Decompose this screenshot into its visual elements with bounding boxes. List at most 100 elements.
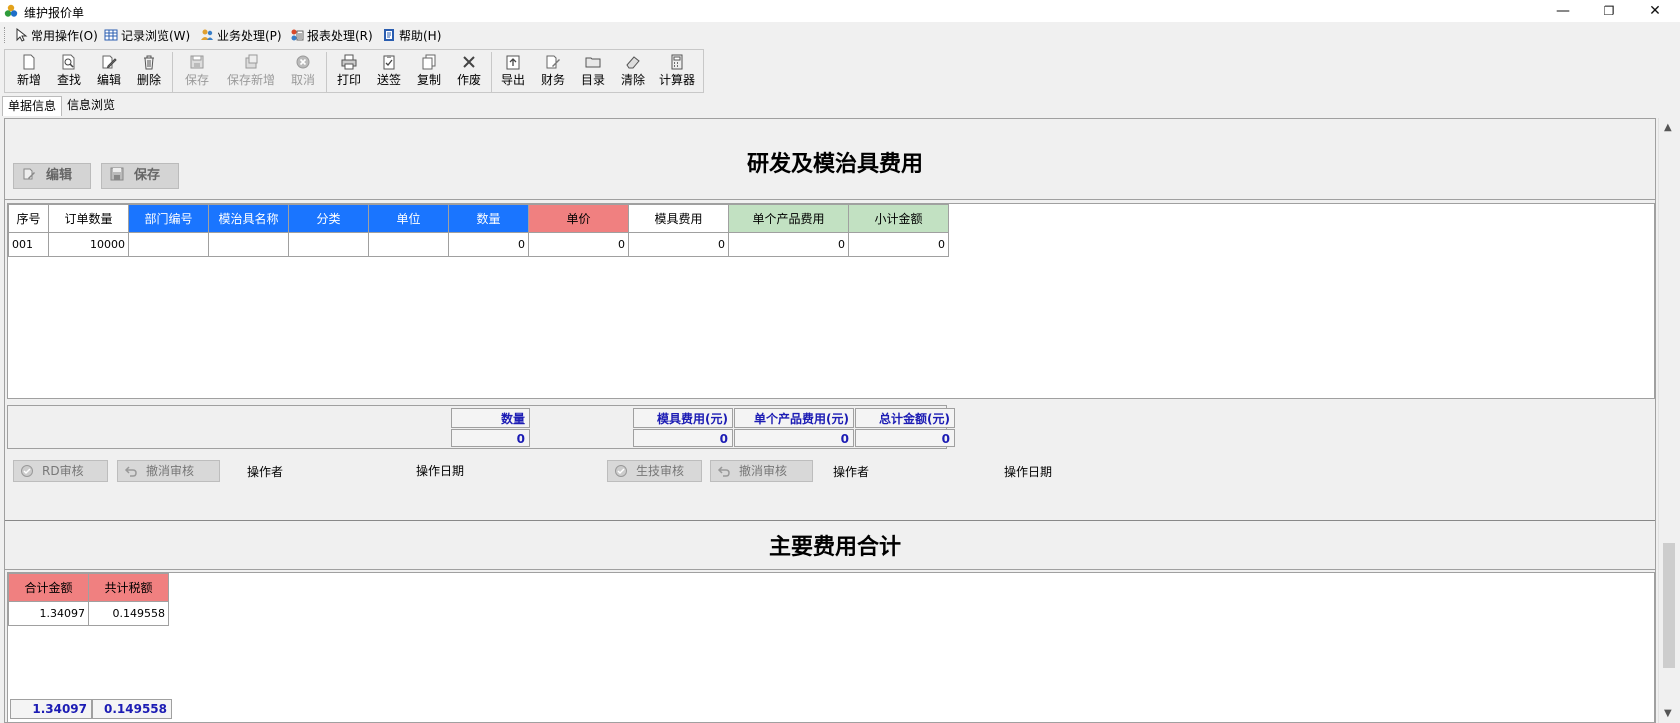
sum-qty-value: 0 — [451, 429, 530, 447]
table-cell[interactable]: 0 — [848, 232, 949, 257]
menu-label: 帮助(H) — [399, 29, 442, 43]
undo-icon — [717, 466, 730, 477]
col-header[interactable]: 单位 — [368, 204, 449, 233]
save-new-label: 保存新增 — [226, 73, 275, 87]
section1-edit-button[interactable]: 编辑 — [13, 163, 91, 189]
calculator-button[interactable]: 计算器 — [657, 52, 697, 92]
table-cell[interactable]: 0 — [728, 232, 849, 257]
table-cell[interactable] — [208, 232, 289, 257]
sum-qty-label: 数量 — [451, 408, 530, 428]
table-cell[interactable]: 001 — [8, 232, 49, 257]
tab-doc-info[interactable]: 单据信息 — [2, 96, 63, 116]
col-header[interactable]: 共计税额 — [88, 573, 169, 602]
menu-help[interactable]: 帮助(H) — [382, 27, 441, 45]
export-icon — [506, 55, 520, 70]
prod-audit-button[interactable]: 生技审核 — [607, 460, 702, 482]
sum-mold-value: 0 — [633, 429, 733, 447]
section1-divider — [5, 199, 1655, 200]
col-header[interactable]: 单价 — [528, 204, 629, 233]
restore-button[interactable]: ❐ — [1586, 0, 1632, 22]
section-divider — [5, 520, 1655, 521]
menu-grip — [4, 27, 6, 43]
table-row[interactable]: 1.34097 0.149558 — [8, 601, 169, 626]
section1-save-button[interactable]: 保存 — [101, 163, 179, 189]
help-book-icon — [384, 29, 394, 41]
prod-cancel-audit-button[interactable]: 撤消审核 — [710, 460, 813, 482]
tab-strip: 单据信息 信息浏览 — [0, 94, 1680, 116]
prod-cancel-audit-label: 撤消审核 — [739, 464, 788, 478]
table-cell[interactable]: 0 — [448, 232, 529, 257]
section1-save-label: 保存 — [134, 168, 161, 183]
section2-header-row: 合计金额 共计税额 — [8, 573, 169, 602]
table-cell[interactable] — [128, 232, 209, 257]
table-cell[interactable]: 10000 — [48, 232, 129, 257]
section2-title: 主要费用合计 — [768, 534, 901, 560]
undo-icon — [124, 466, 137, 477]
scroll-up-arrow-icon[interactable]: ▲ — [1664, 122, 1672, 133]
prod-operator-label: 操作者 — [833, 465, 870, 479]
save-new-button[interactable]: 保存新增 — [227, 52, 275, 92]
delete-button[interactable]: 删除 — [129, 52, 169, 92]
check-circle-icon — [615, 465, 627, 477]
calculator-icon — [671, 54, 683, 70]
menu-label: 业务处理(P) — [217, 29, 282, 43]
menu-record-browse[interactable]: 记录浏览(W) — [104, 27, 190, 45]
table-cell[interactable]: 0.149558 — [88, 601, 169, 626]
table-cell[interactable]: 0 — [528, 232, 629, 257]
prod-audit-label: 生技审核 — [636, 464, 685, 478]
table-cell[interactable]: 1.34097 — [8, 601, 89, 626]
scrollbar-thumb[interactable] — [1663, 543, 1675, 668]
toolbar: 新增 查找 编辑 删除 保存 保存新增 取消 打印 送签 复制 作废 导出 财务… — [4, 49, 704, 93]
menu-business[interactable]: 业务处理(P) — [200, 27, 282, 45]
eraser-icon — [626, 56, 640, 69]
col-header[interactable]: 单个产品费用 — [728, 204, 849, 233]
window-title: 维护报价单 — [24, 6, 85, 20]
col-header[interactable]: 模治具名称 — [208, 204, 289, 233]
main-panel: 研发及模治具费用 编辑 保存 序号 订单数量 部门编号 模治具名称 分类 单位 … — [4, 118, 1656, 723]
cancel-button[interactable]: 取消 — [283, 52, 323, 92]
section2-total-amount: 1.34097 — [10, 699, 92, 719]
rd-cancel-audit-label: 撤消审核 — [146, 464, 195, 478]
col-header[interactable]: 数量 — [448, 204, 529, 233]
rd-audit-button[interactable]: RD审核 — [13, 460, 108, 482]
table-cell[interactable]: 0 — [628, 232, 729, 257]
printer-icon — [341, 54, 357, 70]
scroll-down-arrow-icon[interactable]: ▼ — [1664, 708, 1672, 719]
save-button[interactable]: 保存 — [177, 52, 217, 92]
rd-cancel-audit-button[interactable]: 撤消审核 — [117, 460, 220, 482]
title-bar: 维护报价单 — ❐ ✕ — [0, 0, 1680, 22]
sum-mold-label: 模具费用(元) — [633, 408, 733, 428]
sum-total-value: 0 — [855, 429, 955, 447]
rd-operator-label: 操作者 — [247, 465, 284, 479]
void-x-icon — [463, 56, 475, 68]
app-logo-icon — [4, 4, 18, 17]
trash-icon — [144, 55, 154, 70]
table-cell[interactable] — [288, 232, 369, 257]
table-icon — [104, 29, 118, 41]
section1-table: 序号 订单数量 部门编号 模治具名称 分类 单位 数量 单价 模具费用 单个产品… — [8, 204, 949, 257]
minimize-button[interactable]: — — [1540, 0, 1586, 22]
close-button[interactable]: ✕ — [1632, 0, 1678, 22]
col-header[interactable]: 序号 — [8, 204, 49, 233]
section1-edit-label: 编辑 — [46, 168, 73, 183]
calculator-label: 计算器 — [658, 73, 695, 87]
report-icon — [291, 29, 304, 41]
col-header[interactable]: 订单数量 — [48, 204, 129, 233]
col-header[interactable]: 模具费用 — [628, 204, 729, 233]
sum-unit-label: 单个产品费用(元) — [734, 408, 854, 428]
menu-common-ops[interactable]: 常用操作(O) — [14, 27, 98, 45]
table-cell[interactable] — [368, 232, 449, 257]
col-header[interactable]: 部门编号 — [128, 204, 209, 233]
table-row[interactable]: 001 10000 0 0 0 0 0 — [8, 232, 949, 257]
users-icon — [201, 29, 213, 40]
tab-info-browse[interactable]: 信息浏览 — [62, 96, 120, 116]
save-new-icon — [245, 54, 258, 69]
col-header[interactable]: 分类 — [288, 204, 369, 233]
folder-icon — [585, 57, 601, 68]
menu-report[interactable]: 报表处理(R) — [290, 27, 373, 45]
edit-icon — [102, 55, 117, 69]
vertical-scrollbar[interactable]: ▲ ▼ — [1658, 118, 1678, 723]
col-header[interactable]: 小计金额 — [848, 204, 949, 233]
col-header[interactable]: 合计金额 — [8, 573, 89, 602]
find-icon — [62, 54, 75, 70]
